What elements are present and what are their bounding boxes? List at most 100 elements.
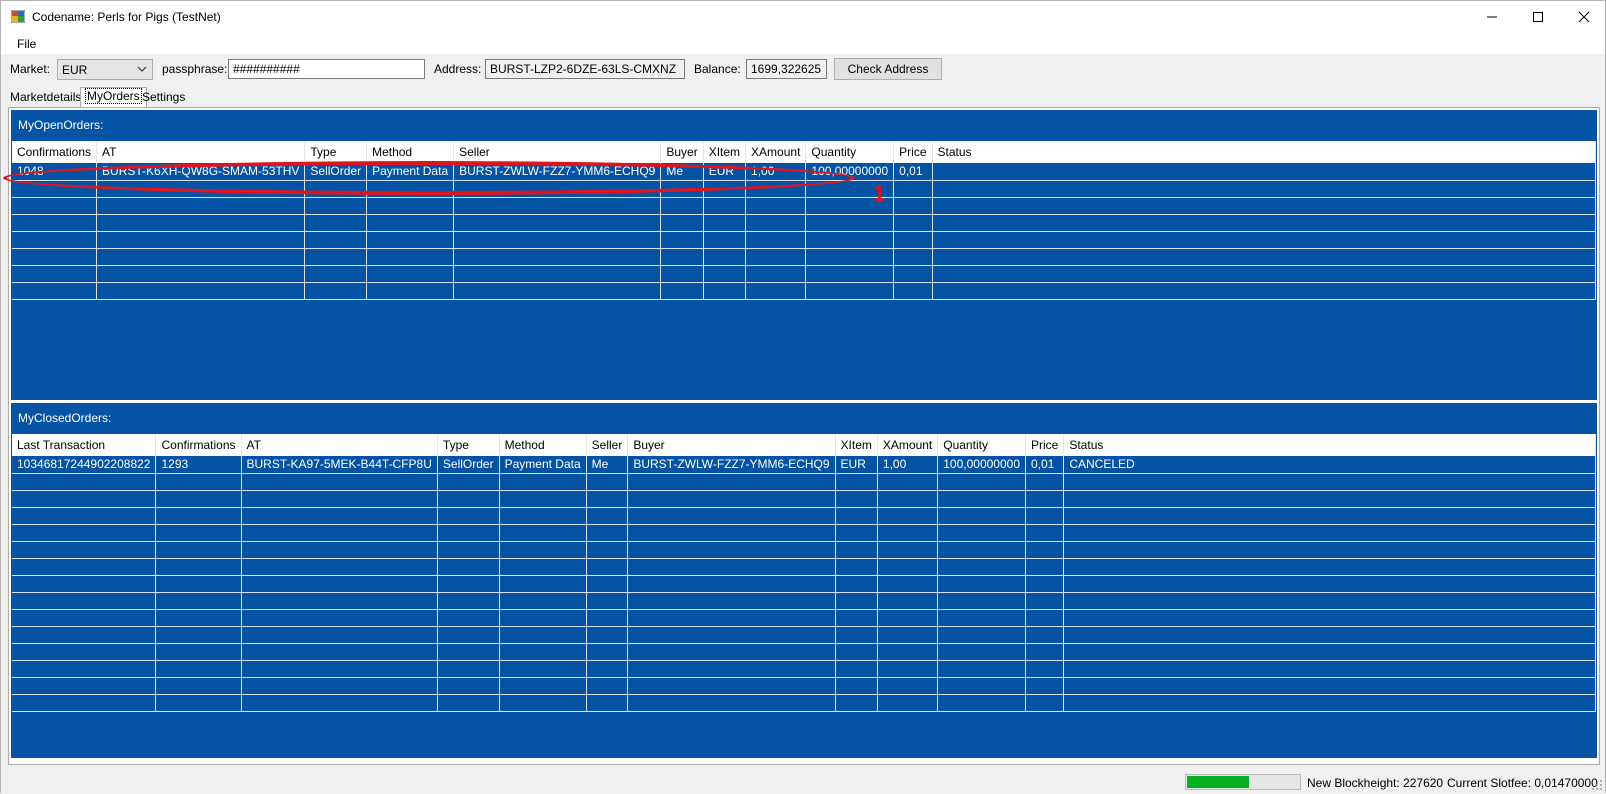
- table-cell[interactable]: [1025, 643, 1065, 661]
- table-cell[interactable]: [627, 490, 836, 508]
- table-cell[interactable]: [1063, 541, 1596, 559]
- column-header[interactable]: XAmount: [877, 434, 939, 456]
- balance-field[interactable]: 1699,322625: [746, 59, 827, 79]
- table-cell[interactable]: [586, 558, 629, 576]
- table-cell[interactable]: [586, 592, 629, 610]
- table-cell[interactable]: [877, 473, 939, 491]
- table-cell[interactable]: [805, 231, 895, 249]
- table-cell[interactable]: [660, 231, 704, 249]
- table-cell[interactable]: Me: [660, 163, 704, 181]
- table-cell[interactable]: [96, 265, 306, 283]
- table-cell[interactable]: [366, 180, 455, 198]
- table-cell[interactable]: [937, 660, 1026, 678]
- table-cell[interactable]: [155, 507, 242, 525]
- table-cell[interactable]: [835, 609, 878, 627]
- table-cell[interactable]: [893, 282, 933, 300]
- table-cell[interactable]: [12, 473, 157, 491]
- table-cell[interactable]: [499, 490, 587, 508]
- table-cell[interactable]: [241, 643, 438, 661]
- table-cell[interactable]: [499, 626, 587, 644]
- table-cell[interactable]: [1025, 524, 1065, 542]
- table-cell[interactable]: [96, 231, 306, 249]
- table-cell[interactable]: [745, 265, 807, 283]
- table-cell[interactable]: [499, 643, 587, 661]
- table-cell[interactable]: [304, 248, 368, 266]
- table-cell[interactable]: [155, 677, 242, 695]
- table-cell[interactable]: [877, 626, 939, 644]
- table-cell[interactable]: [155, 592, 242, 610]
- table-cell[interactable]: [155, 524, 242, 542]
- table-cell[interactable]: [12, 231, 98, 249]
- table-cell[interactable]: [703, 180, 747, 198]
- table-cell[interactable]: [586, 524, 629, 542]
- column-header[interactable]: Buyer: [627, 434, 836, 456]
- table-cell[interactable]: [586, 609, 629, 627]
- table-cell[interactable]: [835, 575, 878, 593]
- table-cell[interactable]: [96, 180, 306, 198]
- table-cell[interactable]: [12, 180, 98, 198]
- table-cell[interactable]: [660, 197, 704, 215]
- table-cell[interactable]: [835, 541, 878, 559]
- table-cell[interactable]: [586, 643, 629, 661]
- table-cell[interactable]: [835, 507, 878, 525]
- table-cell[interactable]: [304, 180, 368, 198]
- table-cell[interactable]: [155, 643, 242, 661]
- table-cell[interactable]: [241, 541, 438, 559]
- table-cell[interactable]: [1025, 626, 1065, 644]
- table-cell[interactable]: [437, 473, 500, 491]
- table-cell[interactable]: SellOrder: [304, 163, 368, 181]
- table-row[interactable]: [12, 660, 1596, 678]
- table-cell[interactable]: [437, 643, 500, 661]
- table-cell[interactable]: [499, 575, 587, 593]
- table-cell[interactable]: [304, 231, 368, 249]
- table-cell[interactable]: [877, 592, 939, 610]
- table-cell[interactable]: [453, 231, 662, 249]
- table-cell[interactable]: [437, 541, 500, 559]
- table-cell[interactable]: [12, 592, 157, 610]
- table-cell[interactable]: [745, 248, 807, 266]
- table-cell[interactable]: [241, 694, 438, 712]
- column-header[interactable]: XItem: [835, 434, 878, 456]
- table-cell[interactable]: [835, 626, 878, 644]
- table-cell[interactable]: [586, 490, 629, 508]
- table-cell[interactable]: [437, 558, 500, 576]
- column-header[interactable]: Status: [1063, 434, 1596, 456]
- table-cell[interactable]: [937, 592, 1026, 610]
- table-cell[interactable]: [437, 575, 500, 593]
- table-cell[interactable]: [937, 643, 1026, 661]
- table-cell[interactable]: [1063, 643, 1596, 661]
- table-cell[interactable]: [499, 558, 587, 576]
- table-cell[interactable]: [937, 626, 1026, 644]
- address-field[interactable]: BURST-LZP2-6DZE-63LS-CMXNZ: [485, 59, 685, 79]
- table-row[interactable]: [12, 643, 1596, 661]
- table-cell[interactable]: [437, 694, 500, 712]
- table-cell[interactable]: [932, 214, 1596, 232]
- table-cell[interactable]: [12, 626, 157, 644]
- table-cell[interactable]: [1025, 541, 1065, 559]
- table-cell[interactable]: [1063, 694, 1596, 712]
- table-row[interactable]: 1048 BURST-K6XH-QW8G-SMAM-53THV SellOrder P…: [12, 163, 1596, 181]
- maximize-button[interactable]: [1515, 1, 1561, 32]
- table-row[interactable]: 10346817244902208822 1293 BURST-KA97-5MEK-…: [12, 456, 1596, 474]
- open-orders-grid[interactable]: Confirmations AT Type Method Seller Buyer XIte…: [12, 141, 1596, 314]
- table-cell[interactable]: EUR: [835, 456, 878, 474]
- table-cell[interactable]: SellOrder: [437, 456, 500, 474]
- table-cell[interactable]: [155, 541, 242, 559]
- table-cell[interactable]: [304, 214, 368, 232]
- table-cell[interactable]: [437, 592, 500, 610]
- table-cell[interactable]: [453, 248, 662, 266]
- table-cell[interactable]: [453, 214, 662, 232]
- table-cell[interactable]: [437, 626, 500, 644]
- table-row[interactable]: [12, 248, 1596, 266]
- table-cell[interactable]: [805, 265, 895, 283]
- table-cell[interactable]: BURST-ZWLW-FZZ7-YMM6-ECHQ9: [453, 163, 662, 181]
- table-cell[interactable]: [453, 265, 662, 283]
- table-cell[interactable]: [835, 558, 878, 576]
- table-cell[interactable]: [703, 214, 747, 232]
- column-header[interactable]: Type: [304, 141, 368, 163]
- table-cell[interactable]: [366, 214, 455, 232]
- table-row[interactable]: [12, 490, 1596, 508]
- table-row[interactable]: [12, 214, 1596, 232]
- table-cell[interactable]: [1025, 694, 1065, 712]
- table-cell[interactable]: [366, 248, 455, 266]
